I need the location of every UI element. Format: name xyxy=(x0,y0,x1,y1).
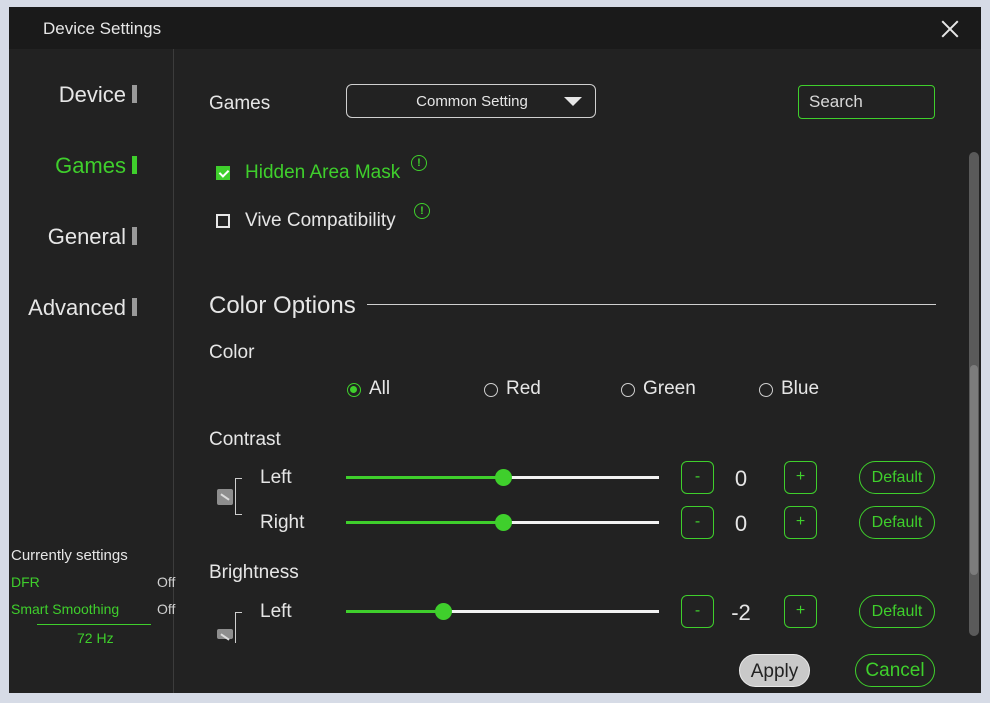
sidebar-item-label: Advanced xyxy=(28,295,126,320)
vive-compatibility-checkbox[interactable] xyxy=(216,214,230,228)
dfr-value: Off xyxy=(157,574,176,590)
nav-indicator-bar xyxy=(132,85,137,103)
contrast-left-default-button[interactable]: Default xyxy=(859,461,935,494)
brightness-left-default-button[interactable]: Default xyxy=(859,595,935,628)
color-label: Color xyxy=(209,342,255,363)
slider-fill xyxy=(346,610,444,613)
link-bracket xyxy=(235,478,242,515)
contrast-left-plus-button[interactable]: + xyxy=(784,461,817,494)
info-icon[interactable]: ! xyxy=(414,203,430,219)
radio-red[interactable] xyxy=(484,383,498,397)
sidebar-item-games[interactable]: Games xyxy=(55,153,137,179)
brightness-left-value: -2 xyxy=(731,600,751,625)
radio-red-label: Red xyxy=(506,378,541,399)
scrollbar-thumb[interactable] xyxy=(970,365,978,575)
contrast-left-label: Left xyxy=(260,467,292,488)
radio-all[interactable] xyxy=(347,383,361,397)
link-icon[interactable] xyxy=(217,629,233,639)
games-label: Games xyxy=(209,93,271,114)
contrast-left-minus-button[interactable]: - xyxy=(681,461,714,494)
contrast-right-default-button[interactable]: Default xyxy=(859,506,935,539)
brightness-label: Brightness xyxy=(209,562,299,583)
vive-compatibility-label: Vive Compatibility xyxy=(245,210,396,231)
contrast-right-value: 0 xyxy=(734,511,748,536)
radio-blue[interactable] xyxy=(759,383,773,397)
brightness-left-label: Left xyxy=(260,601,292,622)
smoothing-value: Off xyxy=(157,601,176,617)
contrast-left-slider[interactable] xyxy=(346,469,659,486)
current-smoothing-row: Smart Smoothing Off xyxy=(11,601,175,617)
sidebar-item-label: Games xyxy=(55,153,126,178)
info-icon[interactable]: ! xyxy=(411,155,427,171)
smoothing-label: Smart Smoothing xyxy=(11,601,120,617)
cancel-button[interactable]: Cancel xyxy=(855,654,935,687)
main-panel: Games Common Setting Hidden Area Mask ! … xyxy=(174,49,981,693)
slider-fill xyxy=(346,521,503,524)
sidebar-item-label: Device xyxy=(58,82,126,107)
nav-indicator-bar xyxy=(132,298,137,316)
sidebar-item-device[interactable]: Device xyxy=(59,82,137,108)
section-divider xyxy=(367,304,936,305)
hidden-area-mask-label: Hidden Area Mask xyxy=(245,162,401,183)
brightness-left-plus-button[interactable]: + xyxy=(784,595,817,628)
nav-indicator-bar xyxy=(132,227,137,245)
radio-blue-label: Blue xyxy=(781,378,820,399)
slider-thumb[interactable] xyxy=(435,603,453,620)
contrast-right-slider[interactable] xyxy=(346,514,659,531)
brightness-left-slider[interactable] xyxy=(346,603,659,620)
sidebar-item-label: General xyxy=(47,224,126,249)
game-profile-dropdown[interactable]: Common Setting xyxy=(346,84,596,118)
nav-indicator-bar xyxy=(132,156,137,174)
close-icon[interactable] xyxy=(939,18,961,40)
window-title: Device Settings xyxy=(43,19,162,38)
contrast-left-value: 0 xyxy=(734,466,748,491)
contrast-label: Contrast xyxy=(209,429,281,450)
device-settings-window: Device Settings Device Games General Adv… xyxy=(9,7,981,693)
brightness-left-minus-button[interactable]: - xyxy=(681,595,714,628)
hidden-area-mask-checkbox[interactable] xyxy=(216,166,230,180)
dfr-label: DFR xyxy=(11,574,40,590)
radio-green[interactable] xyxy=(621,383,635,397)
refresh-rate: 72 Hz xyxy=(77,630,114,646)
contrast-right-label: Right xyxy=(260,512,305,533)
sidebar-item-general[interactable]: General xyxy=(48,224,137,250)
contrast-right-plus-button[interactable]: + xyxy=(784,506,817,539)
radio-green-label: Green xyxy=(643,378,696,399)
title-bar: Device Settings xyxy=(9,7,981,49)
current-dfr-row: DFR Off xyxy=(11,574,175,590)
slider-fill xyxy=(346,476,503,479)
scrollbar[interactable] xyxy=(969,152,979,636)
current-settings-title: Currently settings xyxy=(11,547,128,564)
sidebar-item-advanced[interactable]: Advanced xyxy=(28,295,137,321)
chevron-down-icon xyxy=(564,97,582,106)
sidebar: Device Games General Advanced Currently … xyxy=(9,49,175,693)
dropdown-value: Common Setting xyxy=(416,93,528,110)
search-input[interactable] xyxy=(798,85,935,119)
slider-thumb[interactable] xyxy=(494,469,512,486)
divider xyxy=(37,624,151,625)
contrast-right-minus-button[interactable]: - xyxy=(681,506,714,539)
link-icon[interactable] xyxy=(217,489,233,505)
color-options-title: Color Options xyxy=(209,292,356,319)
link-bracket xyxy=(235,612,242,643)
radio-all-label: All xyxy=(369,378,391,399)
slider-thumb[interactable] xyxy=(494,514,512,531)
apply-button[interactable]: Apply xyxy=(739,654,810,687)
